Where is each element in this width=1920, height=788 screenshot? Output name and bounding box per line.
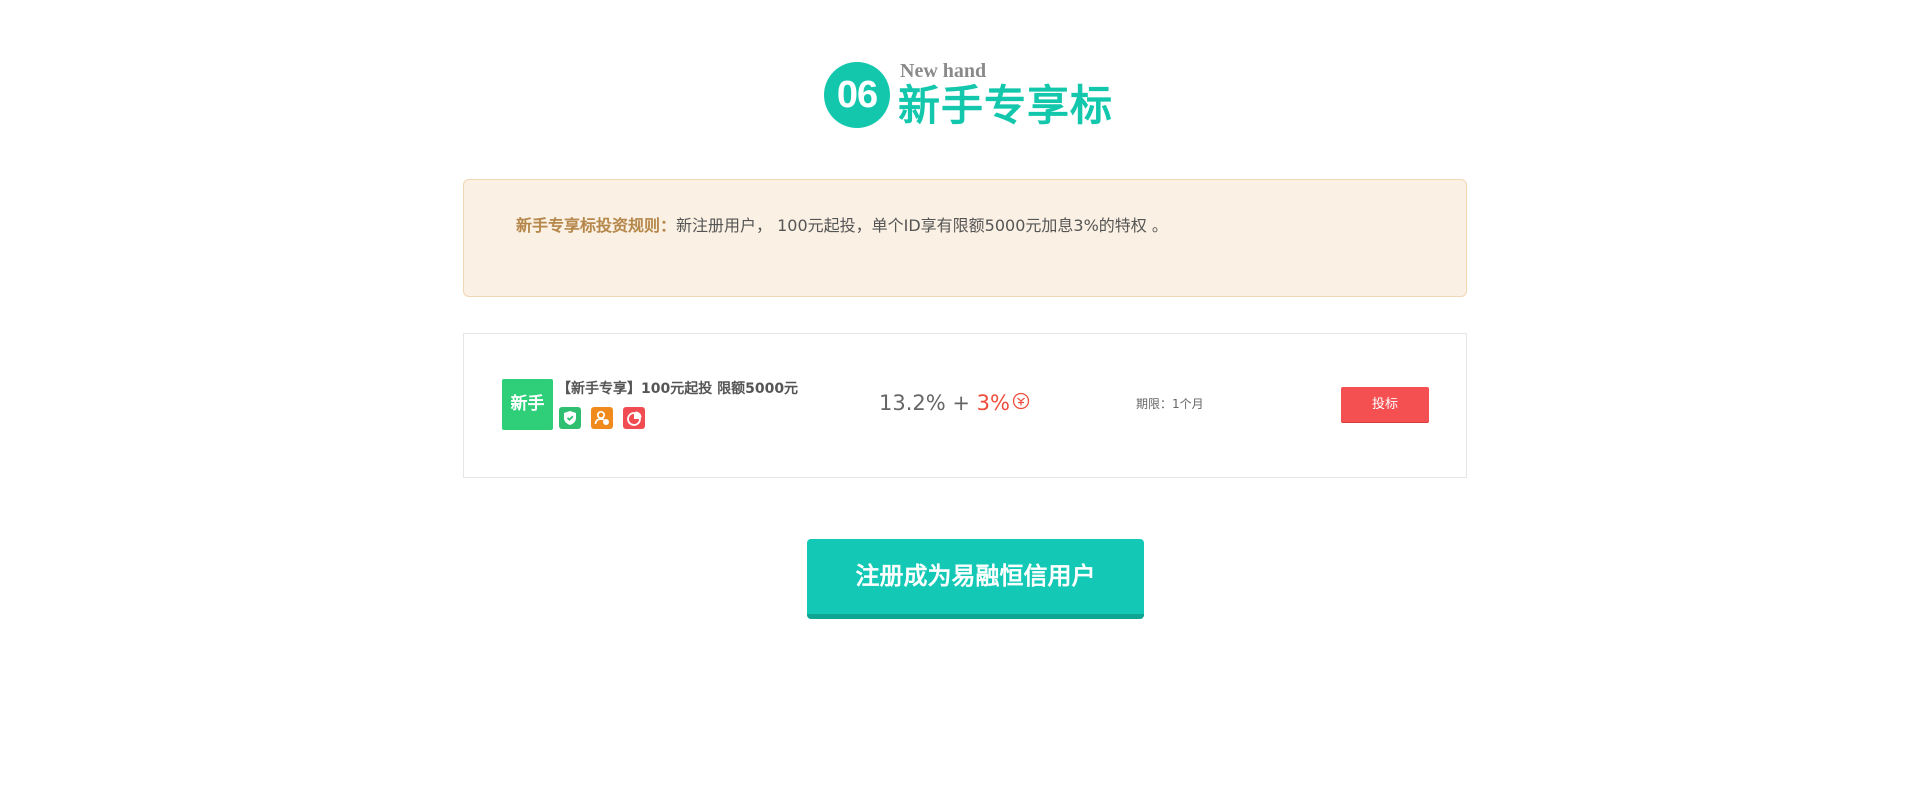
product-name[interactable]: 【新手专享】100元起投 限额5000元 (557, 380, 798, 398)
interest-rate: 13.2% + 3% (879, 390, 1030, 416)
invest-button[interactable]: 投标 (1341, 387, 1429, 422)
rate-plus: + (945, 391, 977, 415)
rate-extra: 3% (976, 391, 1010, 415)
register-button[interactable]: 注册成为易融恒信用户 (807, 539, 1144, 619)
rules-text: 新手专享标投资规则：新注册用户， 100元起投，单个ID享有限额5000元加息3… (516, 216, 1168, 236)
shield-icon (559, 407, 581, 429)
section-header: 06 New hand 新手专享标 (824, 60, 1124, 132)
rate-base: 13.2% (879, 391, 946, 415)
user-coin-icon (591, 407, 613, 429)
product-card: 新手 【新手专享】100元起投 限额5000元 13.2% + 3% 期限：1个… (463, 333, 1467, 478)
rules-description: 新注册用户， 100元起投，单个ID享有限额5000元加息3%的特权 。 (676, 216, 1168, 235)
page: 06 New hand 新手专享标 新手专享标投资规则：新注册用户， 100元起… (0, 0, 1920, 788)
section-number-badge: 06 (824, 62, 890, 128)
reward-icon (1012, 390, 1030, 416)
pie-chart-icon (623, 407, 645, 429)
rules-box: 新手专享标投资规则：新注册用户， 100元起投，单个ID享有限额5000元加息3… (463, 179, 1467, 297)
rules-title: 新手专享标投资规则： (516, 216, 677, 235)
investment-term: 期限：1个月 (1136, 397, 1204, 411)
section-title-en: New hand (900, 60, 987, 82)
new-user-tag: 新手 (502, 379, 553, 430)
section-title-cn: 新手专享标 (898, 81, 1114, 130)
